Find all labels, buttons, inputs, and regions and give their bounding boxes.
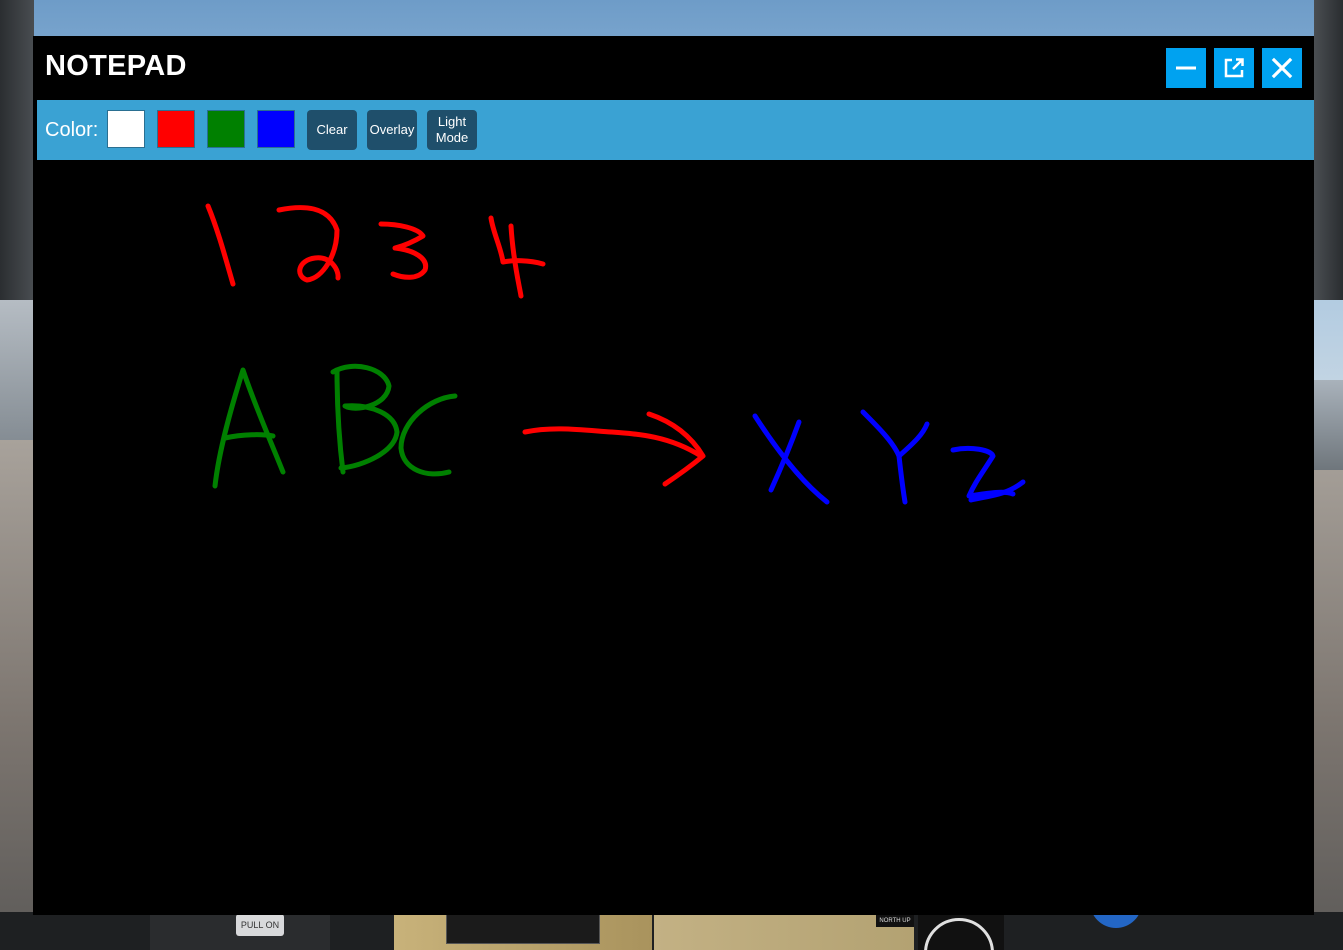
color-label: Color: — [45, 119, 99, 141]
ink-layer — [205, 203, 1026, 505]
external-window-icon — [1224, 58, 1244, 78]
cockpit-frame-left — [0, 0, 34, 300]
mountain-right — [1310, 380, 1343, 470]
map-display-right — [654, 914, 914, 950]
window-title: NOTEPAD — [45, 50, 187, 82]
color-swatch-blue[interactable] — [257, 110, 295, 148]
color-swatch-white[interactable] — [107, 110, 145, 148]
clear-button[interactable]: Clear — [307, 110, 357, 150]
close-icon — [1271, 57, 1293, 79]
toolbar: Color: Clear Overlay Light Mode — [37, 100, 1314, 160]
drawing-canvas[interactable] — [33, 160, 1314, 915]
pop-out-button[interactable] — [1214, 48, 1254, 88]
map-overlay-box — [446, 914, 600, 944]
handwritten-arrow — [522, 411, 706, 487]
handwriting-abc — [212, 363, 458, 489]
color-swatch-red[interactable] — [157, 110, 195, 148]
cockpit-frame-right — [1314, 0, 1343, 300]
minimize-button[interactable] — [1166, 48, 1206, 88]
notepad-window: NOTEPAD Color: Clear Overlay Light Mode — [33, 36, 1314, 915]
color-swatch-green[interactable] — [207, 110, 245, 148]
north-up-label: NORTH UP — [876, 915, 914, 927]
pull-on-switch[interactable]: PULL ON — [236, 914, 284, 936]
title-bar[interactable]: NOTEPAD — [33, 36, 1314, 100]
light-mode-button[interactable]: Light Mode — [427, 110, 477, 150]
minimize-icon — [1176, 66, 1196, 70]
close-button[interactable] — [1262, 48, 1302, 88]
overlay-button[interactable]: Overlay — [367, 110, 417, 150]
handwriting-xyz — [752, 409, 1026, 505]
handwriting-1234 — [205, 203, 546, 299]
